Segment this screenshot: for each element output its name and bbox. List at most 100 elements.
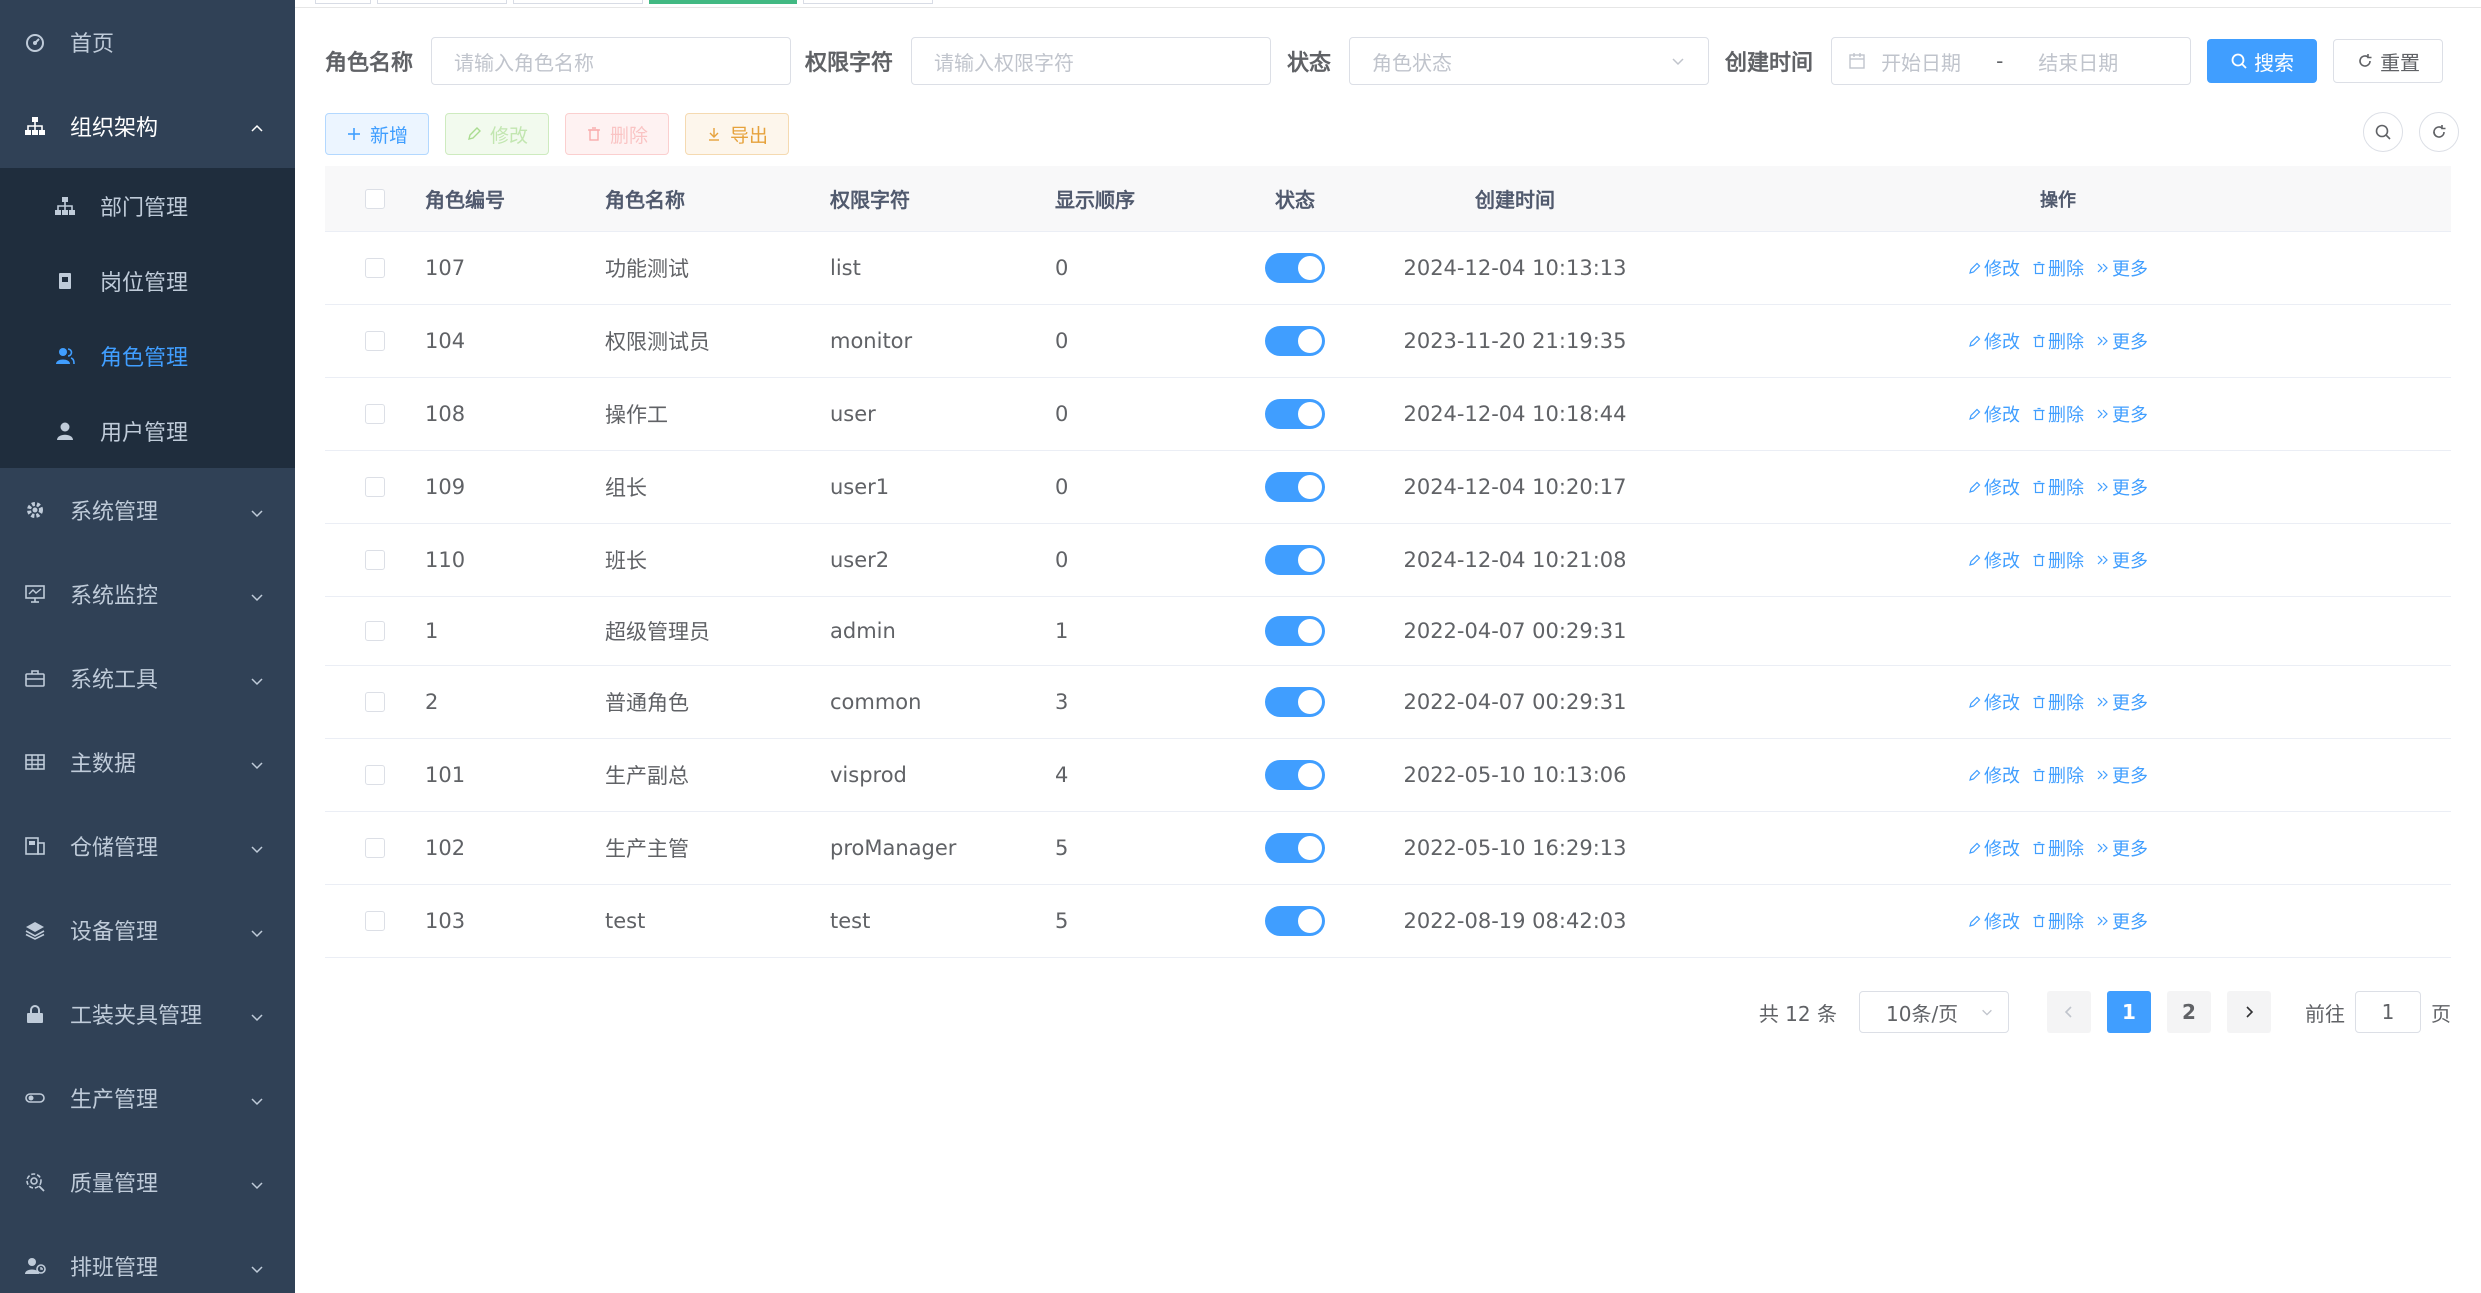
row-delete-link[interactable]: 删除: [2032, 401, 2084, 427]
row-more-link[interactable]: 更多: [2096, 255, 2148, 281]
table-row[interactable]: 103 test test 5 2022-08-19 08:42:03 修改 删除 更多: [325, 885, 2451, 958]
status-switch[interactable]: [1265, 399, 1325, 429]
row-more-link[interactable]: 更多: [2096, 474, 2148, 500]
row-delete-link[interactable]: 删除: [2032, 547, 2084, 573]
status-switch[interactable]: [1265, 760, 1325, 790]
row-edit-link[interactable]: 修改: [1968, 255, 2020, 281]
sidebar-subitem[interactable]: 角色管理: [0, 318, 295, 393]
sidebar-subitem[interactable]: 岗位管理: [0, 243, 295, 318]
row-delete-link[interactable]: 删除: [2032, 762, 2084, 788]
table-row[interactable]: 104 权限测试员 monitor 0 2023-11-20 21:19:35 修改 删除 更…: [325, 305, 2451, 378]
sidebar-item[interactable]: 排班管理: [0, 1224, 295, 1293]
sidebar-item[interactable]: 工装夹具管理: [0, 972, 295, 1056]
status-select[interactable]: 角色状态: [1349, 37, 1710, 85]
row-checkbox[interactable]: [365, 838, 385, 858]
goto-page-input[interactable]: 1: [2355, 991, 2421, 1033]
sidebar-item[interactable]: 首页: [0, 0, 295, 84]
table-row[interactable]: 102 生产主管 proManager 5 2022-05-10 16:29:13 修改 删…: [325, 812, 2451, 885]
table-row[interactable]: 109 组长 user1 0 2024-12-04 10:20:17 修改 删除 更多: [325, 451, 2451, 524]
row-checkbox[interactable]: [365, 477, 385, 497]
delete-button[interactable]: 删除: [565, 113, 670, 155]
next-page-button[interactable]: [2227, 991, 2271, 1033]
row-delete-link[interactable]: 删除: [2032, 328, 2084, 354]
row-edit-link[interactable]: 修改: [1968, 835, 2020, 861]
sidebar-item[interactable]: 组织架构: [0, 84, 295, 168]
status-switch[interactable]: [1265, 545, 1325, 575]
row-more-link[interactable]: 更多: [2096, 401, 2148, 427]
select-all-checkbox[interactable]: [365, 188, 385, 209]
row-delete-link[interactable]: 删除: [2032, 474, 2084, 500]
row-delete-link[interactable]: 删除: [2032, 689, 2084, 715]
add-button[interactable]: 新增: [325, 113, 430, 155]
reset-button[interactable]: 重置: [2333, 39, 2444, 83]
sidebar-item[interactable]: 仓储管理: [0, 804, 295, 888]
role-name-input[interactable]: 请输入角色名称: [431, 37, 792, 85]
status-switch[interactable]: [1265, 687, 1325, 717]
row-checkbox[interactable]: [365, 331, 385, 351]
row-checkbox[interactable]: [365, 404, 385, 424]
status-switch[interactable]: [1265, 616, 1325, 646]
table-header: 角色编号 角色名称 权限字符 显示顺序 状态 创建时间 操作: [325, 166, 2451, 232]
row-more-link[interactable]: 更多: [2096, 908, 2148, 934]
status-switch[interactable]: [1265, 833, 1325, 863]
sidebar-subitem[interactable]: 用户管理: [0, 393, 295, 468]
tag-tab[interactable]: [803, 0, 933, 4]
table-row[interactable]: 107 功能测试 list 0 2024-12-04 10:13:13 修改 删除 更多: [325, 232, 2451, 305]
row-more-link[interactable]: 更多: [2096, 762, 2148, 788]
row-checkbox[interactable]: [365, 765, 385, 785]
table-row[interactable]: 1 超级管理员 admin 1 2022-04-07 00:29:31: [325, 597, 2451, 666]
row-edit-link[interactable]: 修改: [1968, 328, 2020, 354]
row-checkbox[interactable]: [365, 621, 385, 641]
row-edit-link[interactable]: 修改: [1968, 474, 2020, 500]
tag-tab-active[interactable]: [649, 0, 797, 4]
row-delete-link[interactable]: 删除: [2032, 908, 2084, 934]
sidebar-subitem[interactable]: 部门管理: [0, 168, 295, 243]
row-edit-link[interactable]: 修改: [1968, 689, 2020, 715]
row-delete-link[interactable]: 删除: [2032, 255, 2084, 281]
edit-button[interactable]: 修改: [445, 113, 550, 155]
sidebar-item[interactable]: 设备管理: [0, 888, 295, 972]
refresh-table-button[interactable]: [2419, 112, 2459, 152]
date-range-picker[interactable]: 开始日期 - 结束日期: [1831, 37, 2192, 85]
status-switch[interactable]: [1265, 253, 1325, 283]
role-key-input[interactable]: 请输入权限字符: [911, 37, 1272, 85]
sidebar-item[interactable]: 生产管理: [0, 1056, 295, 1140]
status-switch[interactable]: [1265, 326, 1325, 356]
sidebar-item[interactable]: 质量管理: [0, 1140, 295, 1224]
sidebar-item[interactable]: 主数据: [0, 720, 295, 804]
row-more-link[interactable]: 更多: [2096, 547, 2148, 573]
row-more-link[interactable]: 更多: [2096, 689, 2148, 715]
row-more-link[interactable]: 更多: [2096, 328, 2148, 354]
sidebar-item[interactable]: 系统监控: [0, 552, 295, 636]
tag-tab[interactable]: [315, 0, 371, 4]
row-edit-link[interactable]: 修改: [1968, 401, 2020, 427]
row-more-link[interactable]: 更多: [2096, 835, 2148, 861]
toggle-search-button[interactable]: [2363, 112, 2403, 152]
row-checkbox[interactable]: [365, 258, 385, 278]
row-edit-link[interactable]: 修改: [1968, 908, 2020, 934]
row-checkbox[interactable]: [365, 911, 385, 931]
status-switch[interactable]: [1265, 906, 1325, 936]
row-checkbox[interactable]: [365, 550, 385, 570]
prev-page-button[interactable]: [2047, 991, 2091, 1033]
row-edit-link[interactable]: 修改: [1968, 762, 2020, 788]
page-button-2[interactable]: 2: [2167, 991, 2211, 1033]
page-button-1[interactable]: 1: [2107, 991, 2151, 1033]
table-row[interactable]: 101 生产副总 visprod 4 2022-05-10 10:13:06 修改 删除 更多: [325, 739, 2451, 812]
sidebar-item[interactable]: 系统管理: [0, 468, 295, 552]
tag-tab[interactable]: [513, 0, 643, 4]
page-size-select[interactable]: 10条/页: [1859, 991, 2009, 1033]
table-row[interactable]: 108 操作工 user 0 2024-12-04 10:18:44 修改 删除 更多: [325, 378, 2451, 451]
status-switch[interactable]: [1265, 472, 1325, 502]
tag-tab[interactable]: [377, 0, 507, 4]
row-delete-link[interactable]: 删除: [2032, 835, 2084, 861]
sidebar-item[interactable]: 系统工具: [0, 636, 295, 720]
table-row[interactable]: 110 班长 user2 0 2024-12-04 10:21:08 修改 删除 更多: [325, 524, 2451, 597]
export-button[interactable]: 导出: [685, 113, 790, 155]
chevron-down-icon: [249, 1006, 265, 1022]
row-edit-link[interactable]: 修改: [1968, 547, 2020, 573]
search-button[interactable]: 搜索: [2207, 39, 2318, 83]
tree-icon: [54, 195, 76, 217]
table-row[interactable]: 2 普通角色 common 3 2022-04-07 00:29:31 修改 删除 更多: [325, 666, 2451, 739]
row-checkbox[interactable]: [365, 692, 385, 712]
